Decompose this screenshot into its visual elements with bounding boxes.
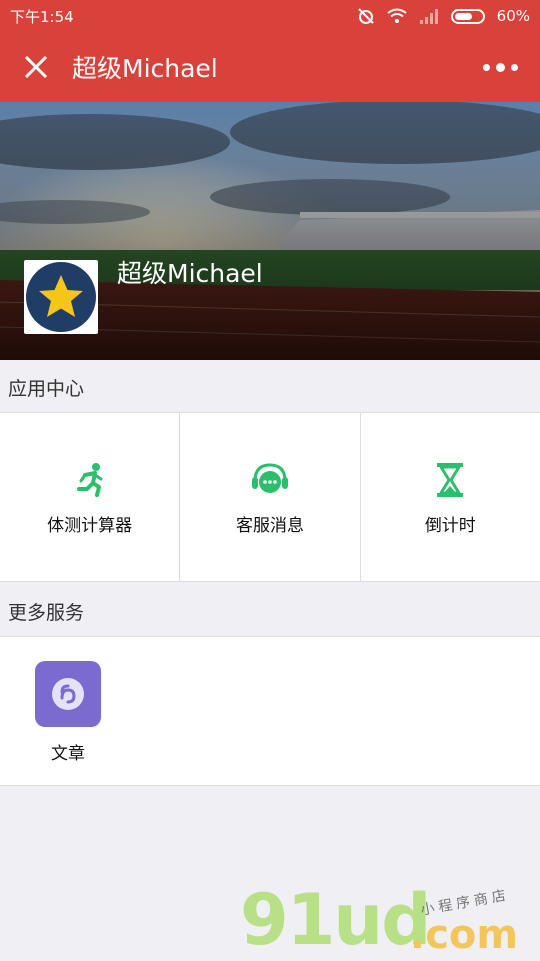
wifi-icon	[387, 8, 407, 23]
avatar	[24, 260, 98, 334]
status-bar: 下午1:54 60%	[0, 0, 540, 32]
status-time: 下午1:54	[10, 7, 74, 26]
section-title-app-center: 应用中心	[8, 378, 85, 400]
app-label: 体测计算器	[47, 516, 133, 536]
service-item-article[interactable]: 文章	[32, 661, 104, 764]
mini-program-icon	[35, 661, 101, 727]
alarm-off-icon	[357, 8, 374, 24]
app-item-countdown[interactable]: 倒计时	[361, 413, 540, 581]
more-dot-center	[495, 62, 505, 72]
signal-icon	[419, 9, 438, 24]
close-button[interactable]	[0, 32, 72, 102]
app-item-fitness-calculator[interactable]: 体测计算器	[0, 413, 181, 581]
app-item-customer-service[interactable]: 客服消息	[180, 413, 361, 581]
star-icon	[26, 262, 96, 332]
running-person-icon	[76, 463, 103, 497]
watermark: 91ud .com 小程序商店	[240, 880, 540, 960]
more-dots-icon	[482, 63, 490, 71]
hourglass-icon	[437, 463, 464, 497]
battery-icon	[450, 8, 485, 24]
more-options-button[interactable]	[460, 32, 540, 102]
battery-percent: 60%	[496, 7, 530, 25]
services-list: 文章	[0, 636, 540, 786]
app-grid: 体测计算器 客服消息 倒计时	[0, 412, 540, 582]
profile-banner: 超级Michael	[0, 102, 540, 360]
profile-name: 超级Michael	[117, 259, 263, 288]
section-title-more-services: 更多服务	[8, 602, 85, 624]
mini-program-glyph	[52, 678, 84, 710]
service-label: 文章	[51, 744, 85, 764]
status-icons: 60%	[357, 7, 530, 25]
app-label: 倒计时	[424, 516, 476, 536]
watermark-logo: 91ud	[240, 879, 431, 961]
app-label: 客服消息	[235, 516, 304, 536]
nav-bar: 超级Michael	[0, 32, 540, 102]
close-icon	[24, 55, 48, 79]
page-title: 超级Michael	[72, 54, 218, 83]
customer-service-headset-icon	[251, 463, 288, 493]
more-dot-right	[510, 63, 518, 71]
